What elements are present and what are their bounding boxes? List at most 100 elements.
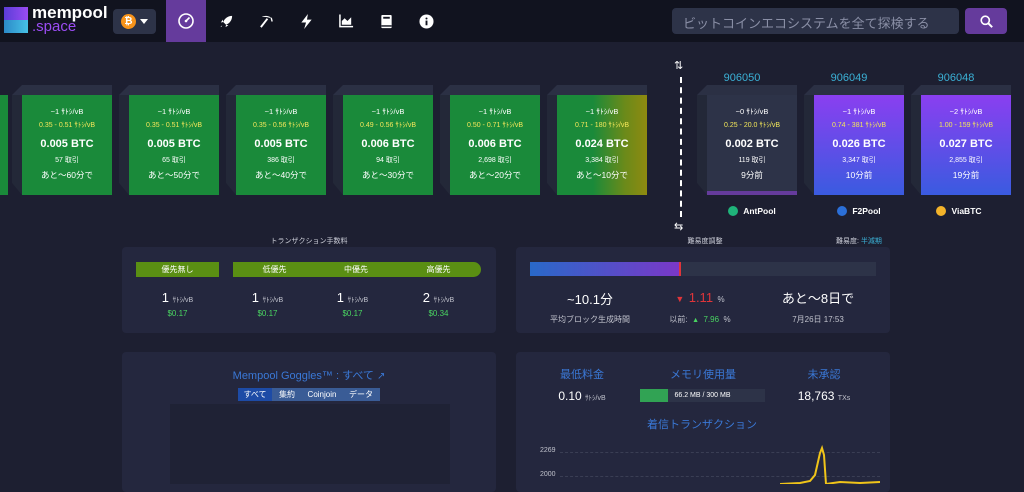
halving-link[interactable]: 半減期 [861, 238, 882, 245]
block-size: 0.005 BTC [147, 138, 201, 150]
swap-arrows-icon[interactable]: ⇅ [674, 59, 683, 72]
adjustment-eta: あと〜8日で [781, 291, 855, 306]
mempool-block-2[interactable]: ~1 ｻﾄｼ/vB 0.35 - 0.51 ｻﾄｼ/vB 0.005 BTC 6… [119, 85, 219, 195]
block-eta: あと〜10分で [576, 170, 628, 180]
memory-usage-label: メモリ使用量 [670, 369, 736, 381]
block-tx-count: 2,698 取引 [478, 157, 512, 164]
viabtc-icon [936, 206, 947, 216]
block-size: 0.005 BTC [40, 138, 94, 150]
block-fee-range: 0.35 - 0.51 ｻﾄｼ/vB [145, 122, 203, 129]
block-median-fee: ~1 ｻﾄｼ/vB [50, 107, 84, 116]
mempool-block-3[interactable]: ~1 ｻﾄｼ/vB 0.35 - 0.56 ｻﾄｼ/vB 0.005 BTC 3… [226, 85, 326, 195]
block-age: 10分前 [845, 170, 873, 180]
block-median-fee: ~1 ｻﾄｼ/vB [478, 107, 512, 116]
unconfirmed-label: 未承認 [807, 369, 841, 381]
block-median-fee: ~1 ｻﾄｼ/vB [842, 107, 876, 116]
filter-chip-data[interactable]: データ [342, 388, 380, 401]
fee-value: 1 ｻﾄｼ/vB [251, 290, 284, 305]
block-size: 0.006 BTC [468, 138, 522, 150]
block-tx-count: 65 取引 [162, 157, 186, 164]
difficulty-marker [678, 262, 681, 276]
block-fee-range: 0.25 - 20.0 ｻﾄｼ/vB [723, 122, 781, 129]
block-median-fee: ~2 ｻﾄｼ/vB [949, 107, 983, 116]
mempool-block-4[interactable]: ~1 ｻﾄｼ/vB 0.49 - 0.56 ｻﾄｼ/vB 0.006 BTC 9… [333, 85, 433, 195]
block-eta: あと〜50分で [148, 170, 200, 180]
mined-block-1[interactable]: ~0 ｻﾄｼ/vB 0.25 - 20.0 ｻﾄｼ/vB 0.002 BTC 1… [697, 85, 797, 195]
block-eta: あと〜60分で [41, 170, 93, 180]
block-fee-range: 0.35 - 0.56 ｻﾄｼ/vB [252, 122, 310, 129]
logo-text-bottom: .space [32, 18, 77, 35]
block-height-link[interactable]: 906050 [697, 72, 787, 84]
pool-name: ViaBTC [951, 206, 982, 216]
block-eta: あと〜30分で [362, 170, 414, 180]
mempool-chain-divider [680, 77, 682, 217]
filter-chip-consolidation[interactable]: 集約 [272, 388, 302, 401]
avg-block-time-label: 平均ブロック生成時間 [550, 315, 630, 324]
pool-link[interactable]: AntPool [697, 206, 807, 216]
nav-lightning[interactable] [286, 0, 326, 42]
block-size: 0.026 BTC [832, 138, 886, 150]
bitcoin-icon: ₿ [121, 14, 136, 29]
nav-docs[interactable] [366, 0, 406, 42]
previous-change: 以前: ▲ 7.96 % [669, 315, 731, 324]
chevron-down-icon [140, 19, 148, 24]
min-fee-value: 0.10 ｻﾄｼ/vB [558, 389, 606, 403]
fees-title: トランザクション手数料 [270, 238, 348, 245]
nav-graphs[interactable] [326, 0, 366, 42]
filter-chip-all[interactable]: すべて [238, 388, 272, 401]
difficulty-progress-fill [530, 262, 679, 276]
mined-block-3[interactable]: ~2 ｻﾄｼ/vB 1.00 - 159 ｻﾄｼ/vB 0.027 BTC 2,… [911, 85, 1011, 195]
block-fee-range: 0.35 - 0.51 ｻﾄｼ/vB [38, 122, 96, 129]
block-size: 0.002 BTC [725, 138, 779, 150]
pool-link[interactable]: F2Pool [804, 206, 914, 216]
nav-accelerator[interactable] [206, 0, 246, 42]
mempool-block-partial[interactable] [0, 95, 8, 195]
memory-usage-bar: 66.2 MB / 300 MB [640, 389, 765, 402]
mined-block-2[interactable]: ~1 ｻﾄｼ/vB 0.74 - 381 ｻﾄｼ/vB 0.026 BTC 3,… [804, 85, 904, 195]
top-navbar: mempool .space ₿ ビットコインエコシステムを全て探検する [0, 0, 1024, 42]
nav-mining[interactable] [246, 0, 286, 42]
adjustment-date: 7月26日 17:53 [792, 315, 844, 324]
block-fee-range: 1.00 - 159 ｻﾄｼ/vB [938, 122, 994, 129]
swap-arrows-icon[interactable]: ⇆ [674, 220, 683, 233]
pool-link[interactable]: ViaBTC [904, 206, 1014, 216]
f2pool-icon [837, 206, 848, 216]
network-selector[interactable]: ₿ [113, 9, 156, 34]
mempool-logo[interactable]: mempool .space [4, 4, 108, 35]
mempool-block-1[interactable]: ~1 ｻﾄｼ/vB 0.35 - 0.51 ｻﾄｼ/vB 0.005 BTC 5… [12, 85, 112, 195]
fee-usd: $0.34 [428, 309, 449, 318]
block-tx-count: 94 取引 [376, 157, 400, 164]
mempool-block-6[interactable]: ~1 ｻﾄｼ/vB 0.71 - 180 ｻﾄｼ/vB 0.024 BTC 3,… [547, 85, 647, 195]
block-height-link[interactable]: 906049 [804, 72, 894, 84]
block-age: 9分前 [741, 170, 763, 180]
pool-name: AntPool [743, 206, 776, 216]
block-size: 0.006 BTC [361, 138, 415, 150]
search-input[interactable]: ビットコインエコシステムを全て探検する [672, 8, 959, 34]
block-tx-count: 119 取引 [738, 157, 766, 164]
logo-icon [4, 6, 28, 33]
incoming-tx-line [780, 445, 880, 484]
nav-dashboard[interactable] [166, 0, 206, 42]
block-height-link[interactable]: 906048 [911, 72, 1001, 84]
mempool-block-5[interactable]: ~1 ｻﾄｼ/vB 0.50 - 0.71 ｻﾄｼ/vB 0.006 BTC 2… [440, 85, 540, 195]
pickaxe-icon [259, 15, 273, 28]
block-fee-range: 0.71 - 180 ｻﾄｼ/vB [574, 122, 630, 129]
goggles-title[interactable]: Mempool Goggles™ : すべて ↗ [122, 367, 496, 383]
block-tx-count: 57 取引 [55, 157, 79, 164]
fee-usd: $0.17 [342, 309, 363, 318]
block-tx-count: 386 取引 [267, 157, 295, 164]
fee-value: 2 ｻﾄｼ/vB [422, 290, 455, 305]
fee-label-low: 低優先 [233, 262, 316, 277]
about-icon [418, 13, 434, 29]
difficulty-change: ▼ 1.11 % [675, 290, 725, 305]
nav-about[interactable] [406, 0, 446, 42]
filter-chip-coinjoin[interactable]: Coinjoin [302, 388, 342, 401]
block-tx-count: 2,855 取引 [949, 157, 983, 164]
rocket-icon [220, 15, 232, 27]
search-button[interactable] [965, 8, 1007, 34]
block-tx-count: 3,347 取引 [842, 157, 876, 164]
unconfirmed-value: 18,763 TXs [797, 389, 851, 403]
goggles-block-visualization[interactable] [170, 404, 450, 484]
block-eta: あと〜20分で [469, 170, 521, 180]
pool-name: F2Pool [852, 206, 881, 216]
